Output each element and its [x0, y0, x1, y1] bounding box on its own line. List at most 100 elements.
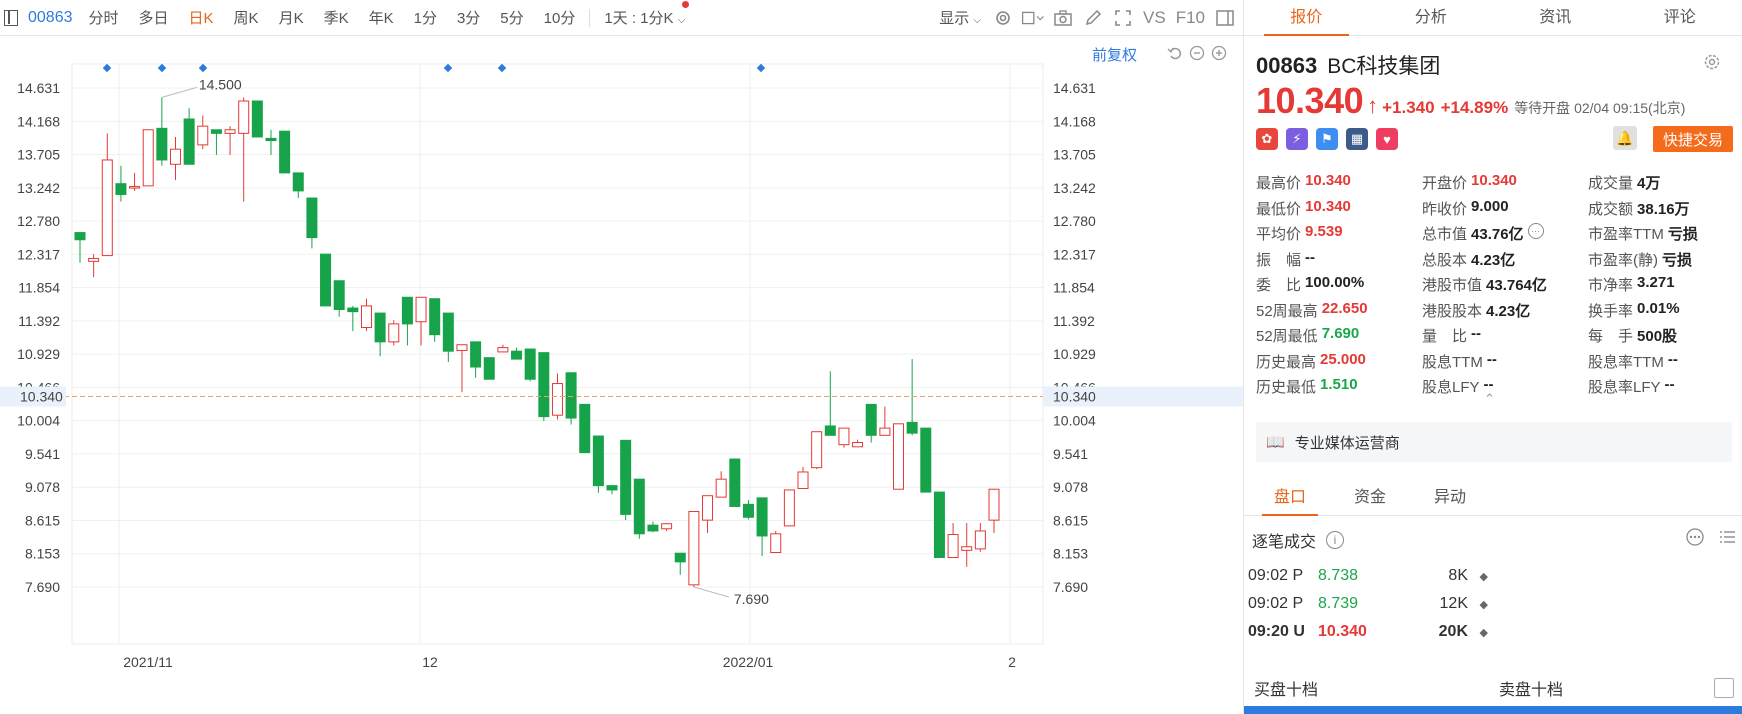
candle-body[interactable] — [129, 186, 141, 189]
period-tab[interactable]: 多日 — [129, 7, 179, 28]
multi-period-dropdown[interactable]: 1天 : 1分K ⌵ — [594, 1, 695, 28]
candle-body[interactable] — [797, 471, 809, 490]
list-icon[interactable] — [1718, 528, 1736, 549]
candle-body[interactable] — [374, 312, 386, 343]
sidebar-toggle-icon[interactable] — [4, 9, 18, 26]
candle-body[interactable] — [115, 183, 127, 195]
period-tab[interactable]: 季K — [314, 7, 359, 28]
candle-body[interactable] — [183, 118, 195, 165]
candle-body[interactable] — [470, 341, 482, 368]
candle-body[interactable] — [251, 100, 263, 138]
panel-toggle-icon[interactable] — [1213, 6, 1237, 30]
hk-flower-icon[interactable]: ✿ — [1256, 128, 1278, 150]
sub-tab[interactable]: 异动 — [1410, 480, 1490, 515]
candle-body[interactable] — [702, 495, 714, 521]
more-icon[interactable] — [1686, 528, 1704, 549]
panel-tab[interactable]: 资讯 — [1493, 0, 1618, 35]
candle-body[interactable] — [579, 403, 591, 454]
candle-body[interactable] — [606, 485, 618, 491]
adjust-mode-button[interactable]: 前复权 — [1092, 44, 1137, 65]
event-marker[interactable] — [497, 63, 507, 73]
candle-body[interactable] — [770, 533, 782, 553]
gear-icon[interactable] — [991, 6, 1015, 30]
candle-body[interactable] — [879, 427, 891, 436]
candle-body[interactable] — [279, 130, 291, 174]
candle-body[interactable] — [865, 403, 877, 436]
candle-body[interactable] — [538, 352, 550, 418]
panel-tab[interactable]: 评论 — [1618, 0, 1742, 35]
candle-body[interactable] — [483, 357, 495, 380]
candle-body[interactable] — [142, 129, 154, 187]
square-dropdown-icon[interactable] — [1021, 6, 1045, 30]
candle-body[interactable] — [661, 523, 673, 530]
period-tab[interactable]: 日K — [179, 7, 224, 28]
event-marker[interactable] — [443, 63, 453, 73]
candle-body[interactable] — [688, 511, 700, 586]
candle-body[interactable] — [742, 503, 754, 518]
event-marker[interactable] — [157, 63, 167, 73]
period-tab[interactable]: 10分 — [534, 7, 586, 28]
panel-tab[interactable]: 分析 — [1369, 0, 1494, 35]
candle-body[interactable] — [633, 478, 645, 535]
candle-body[interactable] — [824, 425, 836, 436]
fullscreen-icon[interactable] — [1111, 6, 1135, 30]
candle-body[interactable] — [647, 524, 659, 532]
candle-body[interactable] — [88, 257, 100, 262]
period-tab[interactable]: 3分 — [447, 7, 490, 28]
event-marker[interactable] — [756, 63, 766, 73]
candle-body[interactable] — [306, 197, 318, 239]
candle-body[interactable] — [947, 534, 959, 559]
heart-icon[interactable]: ♥ — [1376, 128, 1398, 150]
candle-body[interactable] — [197, 125, 209, 146]
panel-tab[interactable]: 报价 — [1244, 0, 1369, 36]
candle-body[interactable] — [551, 383, 563, 416]
candle-body[interactable] — [988, 488, 1000, 521]
candle-body[interactable] — [292, 172, 304, 192]
candle-body[interactable] — [893, 423, 905, 490]
industry-row[interactable]: 📖 专业媒体运营商 — [1256, 422, 1732, 462]
candle-body[interactable] — [756, 497, 768, 537]
candle-body[interactable] — [442, 312, 454, 352]
sub-tab[interactable]: 盘口 — [1250, 480, 1330, 516]
candle-body[interactable] — [524, 348, 536, 380]
vs-button[interactable]: VS — [1141, 8, 1168, 28]
kline-chart[interactable]: 14.631 14.631 14.168 14.168 13.705 13.705 13.2… — [0, 36, 1243, 714]
candle-body[interactable] — [933, 491, 945, 559]
candle-body[interactable] — [974, 530, 986, 550]
candle-body[interactable] — [620, 439, 632, 515]
candle-body[interactable] — [497, 347, 509, 353]
candle-body[interactable] — [101, 159, 113, 257]
event-marker[interactable] — [198, 63, 208, 73]
display-dropdown[interactable]: 显示 ⌵ — [935, 7, 985, 28]
candle-body[interactable] — [388, 323, 400, 343]
kline-svg[interactable]: 14.631 14.631 14.168 14.168 13.705 13.705 13.2… — [0, 36, 1243, 714]
camera-icon[interactable] — [1051, 6, 1075, 30]
candle-body[interactable] — [838, 427, 850, 446]
candle-body[interactable] — [415, 296, 427, 323]
period-tab[interactable]: 5分 — [490, 7, 533, 28]
period-tab[interactable]: 年K — [359, 7, 404, 28]
quick-trade-button[interactable]: 快捷交易 — [1653, 126, 1733, 152]
info-icon[interactable]: i — [1326, 531, 1345, 549]
undo-icon[interactable] — [1166, 44, 1184, 62]
pencil-icon[interactable] — [1081, 6, 1105, 30]
f10-button[interactable]: F10 — [1174, 8, 1207, 28]
candle-body[interactable] — [456, 344, 468, 351]
candle-body[interactable] — [74, 232, 86, 241]
candle-body[interactable] — [210, 129, 222, 134]
expand-icon[interactable] — [1714, 678, 1734, 698]
lightning-icon[interactable]: ⚡ — [1286, 128, 1308, 150]
candle-body[interactable] — [347, 307, 359, 313]
candle-body[interactable] — [265, 137, 277, 142]
candle-body[interactable] — [511, 350, 523, 360]
candle-body[interactable] — [674, 552, 686, 563]
more-icon[interactable]: ··· — [1527, 223, 1544, 240]
event-marker[interactable] — [102, 63, 112, 73]
gear-icon[interactable] — [1702, 52, 1722, 75]
zoom-out-icon[interactable] — [1188, 44, 1206, 62]
period-tab[interactable]: 1分 — [404, 7, 447, 28]
bookmark-icon[interactable]: ▦ — [1346, 128, 1368, 150]
candle-body[interactable] — [961, 546, 973, 551]
candle-body[interactable] — [783, 489, 795, 527]
candle-body[interactable] — [360, 305, 372, 328]
